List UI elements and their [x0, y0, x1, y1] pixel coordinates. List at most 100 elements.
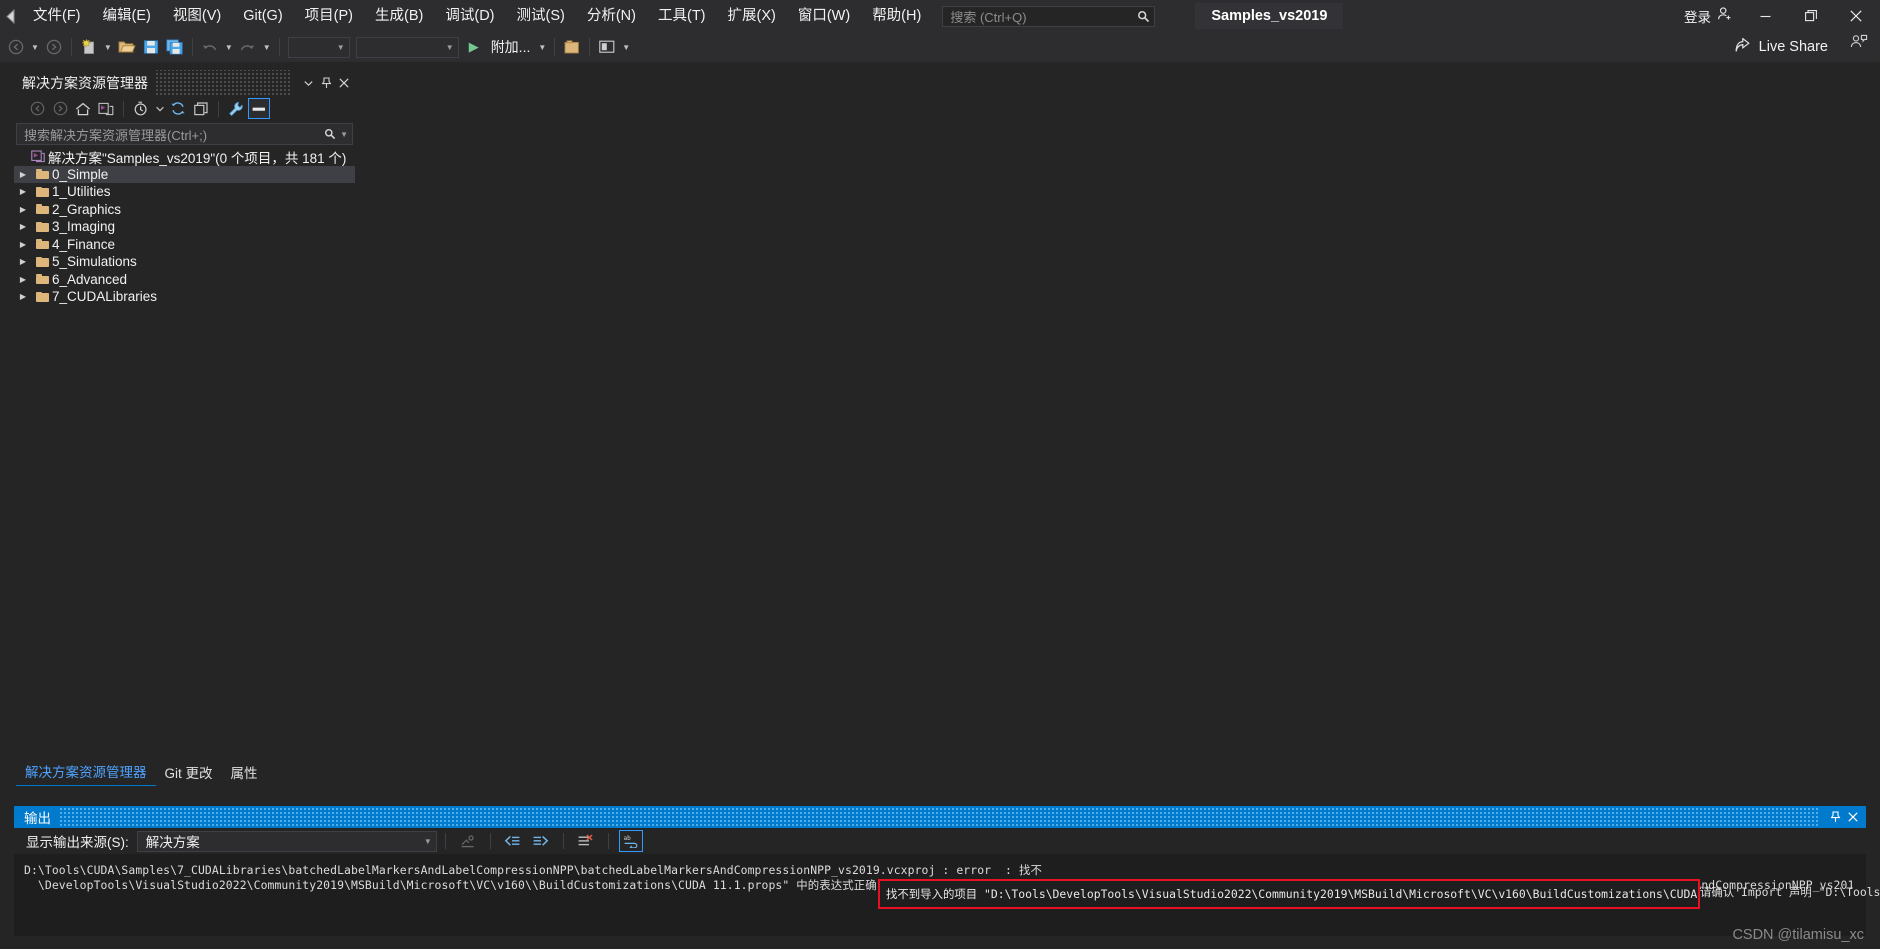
solution-configuration-dropdown[interactable]: ▼ [287, 36, 350, 58]
pin-icon[interactable] [317, 72, 335, 94]
chevron-down-icon[interactable] [153, 98, 166, 119]
menu-analyze[interactable]: 分析(N) [576, 0, 647, 32]
save-all-icon[interactable] [163, 35, 187, 59]
window-layout-dropdown-icon[interactable]: ▼ [619, 43, 633, 52]
refresh-icon[interactable] [167, 98, 189, 119]
undo-dropdown-icon[interactable]: ▼ [222, 43, 236, 52]
previous-message-icon[interactable] [501, 830, 525, 852]
tab-solution-explorer[interactable]: 解决方案资源管理器 [16, 759, 156, 786]
tree-item-label: 1_Utilities [52, 184, 111, 200]
tree-item-5-simulations[interactable]: ▶ 5_Simulations [14, 253, 355, 271]
quick-search-box[interactable]: 搜索 (Ctrl+Q) [942, 5, 1156, 27]
expand-arrow-icon[interactable]: ▶ [14, 222, 32, 231]
redo-icon[interactable] [236, 35, 260, 59]
tree-item-4-finance[interactable]: ▶ 4_Finance [14, 236, 355, 254]
undo-icon[interactable] [198, 35, 222, 59]
chevron-down-icon[interactable] [299, 72, 317, 94]
menu-file[interactable]: 文件(F) [22, 0, 92, 32]
expand-arrow-icon[interactable]: ▶ [14, 292, 32, 301]
menu-extensions[interactable]: 扩展(X) [717, 0, 787, 32]
back-chevron-icon[interactable] [0, 0, 22, 32]
menu-tools[interactable]: 工具(T) [647, 0, 717, 32]
clear-all-icon[interactable] [456, 830, 480, 852]
menu-git[interactable]: Git(G) [232, 0, 293, 32]
close-icon[interactable] [1844, 807, 1862, 827]
chevron-down-icon[interactable]: ▼ [336, 130, 348, 139]
open-folder-icon[interactable] [115, 35, 139, 59]
next-message-icon[interactable] [529, 830, 553, 852]
menu-edit[interactable]: 编辑(E) [92, 0, 162, 32]
tab-properties[interactable]: 属性 [222, 760, 267, 786]
collapse-all-icon[interactable] [190, 98, 212, 119]
feedback-person-icon[interactable] [1850, 34, 1868, 55]
menu-test[interactable]: 测试(S) [506, 0, 576, 32]
close-icon[interactable] [335, 72, 353, 94]
solution-platform-dropdown[interactable]: ▼ [355, 36, 459, 58]
new-project-dropdown-icon[interactable]: ▼ [101, 43, 115, 52]
window-layout-icon[interactable] [595, 35, 619, 59]
menu-build[interactable]: 生成(B) [364, 0, 434, 32]
menu-view[interactable]: 视图(V) [162, 0, 232, 32]
attach-button[interactable]: 附加... [486, 35, 536, 59]
tree-item-3-imaging[interactable]: ▶ 3_Imaging [14, 218, 355, 236]
expand-arrow-icon[interactable]: ▶ [14, 257, 32, 266]
save-icon[interactable] [139, 35, 163, 59]
expand-arrow-icon[interactable]: ▶ [14, 187, 32, 196]
expand-arrow-icon[interactable]: ▶ [14, 205, 32, 214]
navigate-back-icon[interactable] [4, 35, 28, 59]
quick-search-placeholder: 搜索 (Ctrl+Q) [950, 9, 1027, 25]
output-source-dropdown[interactable]: 解决方案 ▼ [136, 830, 437, 852]
live-share-button[interactable]: Live Share [1735, 34, 1828, 60]
tree-item-7-cudalibraries[interactable]: ▶ 7_CUDALibraries [14, 288, 355, 306]
output-line-1: D:\Tools\CUDA\Samples\7_CUDALibraries\ba… [24, 863, 1042, 877]
tree-item-2-graphics[interactable]: ▶ 2_Graphics [14, 201, 355, 219]
toolbar-separator [191, 38, 193, 56]
attach-dropdown-icon[interactable]: ▼ [535, 43, 549, 52]
minimize-button[interactable] [1743, 0, 1788, 32]
menu-debug[interactable]: 调试(D) [434, 0, 505, 32]
home-icon[interactable] [72, 98, 94, 119]
maximize-restore-button[interactable] [1788, 0, 1833, 32]
clear-output-icon[interactable] [574, 830, 598, 852]
screenshot-icon[interactable] [560, 35, 584, 59]
tree-item-1-utilities[interactable]: ▶ 1_Utilities [14, 183, 355, 201]
tab-git-changes[interactable]: Git 更改 [156, 760, 222, 786]
tree-item-0-simple[interactable]: ▶ 0_Simple [14, 165, 355, 183]
toolbar-separator [444, 833, 446, 849]
tree-item-6-advanced[interactable]: ▶ 6_Advanced [14, 271, 355, 289]
tree-item-label: 0_Simple [52, 166, 109, 182]
new-project-icon[interactable] [77, 35, 101, 59]
show-all-files-icon[interactable] [248, 98, 270, 119]
pending-changes-icon[interactable] [130, 98, 152, 119]
solution-view-icon[interactable] [95, 98, 117, 119]
expand-arrow-icon[interactable]: ▶ [14, 170, 32, 179]
expand-arrow-icon[interactable]: ▶ [14, 240, 32, 249]
folder-icon [32, 256, 52, 267]
output-drag-grip[interactable] [59, 806, 1818, 828]
toolbar-separator [554, 38, 556, 56]
panel-drag-grip[interactable] [155, 70, 292, 96]
toolbar-separator [589, 38, 591, 56]
person-add-icon [1717, 6, 1733, 27]
menu-help[interactable]: 帮助(H) [861, 0, 932, 32]
nav-back-icon[interactable] [26, 98, 48, 119]
sign-in-button[interactable]: 登录 [1674, 0, 1743, 32]
properties-wrench-icon[interactable] [225, 98, 247, 119]
solution-root-node[interactable]: 解决方案"Samples_vs2019"(0 个项目，共 181 个) [14, 148, 355, 166]
solution-explorer-search-input[interactable]: 搜索解决方案资源管理器(Ctrl+;) ▼ [16, 123, 353, 145]
window-controls-group: 登录 [1674, 0, 1880, 32]
toggle-word-wrap-icon[interactable]: ab [618, 830, 643, 852]
solution-tree[interactable]: 解决方案"Samples_vs2019"(0 个项目，共 181 个) ▶ 0_… [14, 145, 355, 762]
pin-icon[interactable] [1826, 807, 1844, 827]
expand-arrow-icon[interactable]: ▶ [14, 275, 32, 284]
navigate-back-dropdown-icon[interactable]: ▼ [28, 43, 42, 52]
start-debug-icon[interactable]: ▶ [462, 35, 486, 59]
nav-forward-icon[interactable] [49, 98, 71, 119]
close-button[interactable] [1833, 0, 1878, 32]
toolbar-separator [123, 100, 124, 117]
menu-project[interactable]: 项目(P) [294, 0, 364, 32]
redo-dropdown-icon[interactable]: ▼ [260, 43, 274, 52]
navigate-forward-icon[interactable] [42, 35, 66, 59]
output-panel-title: 输出 [24, 811, 51, 826]
menu-window[interactable]: 窗口(W) [787, 0, 861, 32]
